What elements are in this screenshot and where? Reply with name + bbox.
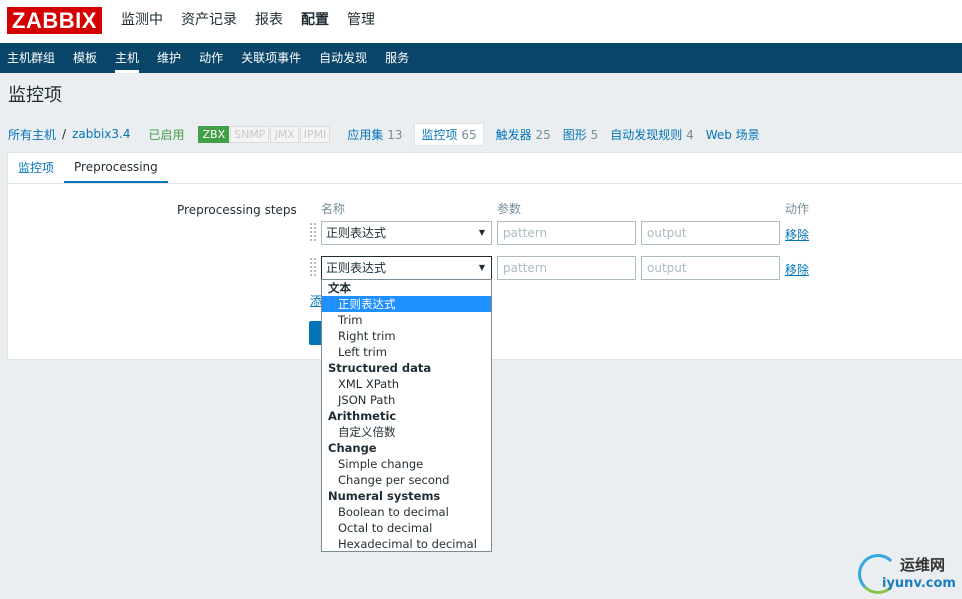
- drag-handle-icon[interactable]: [310, 258, 316, 276]
- option-change-per-second[interactable]: Change per second: [322, 472, 491, 488]
- top-menu: 监测中 资产记录 报表 配置 管理: [112, 0, 384, 43]
- watermark-text-1: 运维网: [900, 556, 946, 574]
- badge-zbx: ZBX: [198, 125, 230, 143]
- pattern-input-1[interactable]: pattern: [497, 221, 636, 245]
- output-input-1[interactable]: output: [641, 221, 780, 245]
- sub-menu-bar: 主机群组 模板 主机 维护 动作 关联项事件 自动发现 服务: [0, 43, 962, 73]
- watermark-logo: 运维网 iyunv.com: [858, 552, 958, 596]
- option-octal-to-decimal[interactable]: Octal to decimal: [322, 520, 491, 536]
- option-regex[interactable]: 正则表达式: [322, 296, 491, 312]
- option-json-path[interactable]: JSON Path: [322, 392, 491, 408]
- sub-menu-actions[interactable]: 动作: [190, 43, 232, 73]
- availability-badges: ZBX SNMP JMX IPMI: [198, 125, 331, 143]
- step-type-value: 正则表达式: [326, 261, 387, 275]
- remove-step-button-1[interactable]: 移除: [785, 226, 809, 243]
- nav-triggers[interactable]: 触发器 25: [496, 126, 551, 143]
- option-group-structured: Structured data: [328, 361, 432, 375]
- step-type-dropdown-list[interactable]: 文本 正则表达式 Trim Right trim Left trim Struc…: [321, 279, 492, 552]
- option-custom-multiplier[interactable]: 自定义倍数: [322, 424, 491, 440]
- nav-discovery-rules[interactable]: 自动发现规则 4: [610, 126, 693, 143]
- nav-items[interactable]: 监控项 65: [414, 122, 484, 146]
- sub-menu-host-groups[interactable]: 主机群组: [0, 43, 64, 73]
- sub-menu-correlation[interactable]: 关联项事件: [232, 43, 310, 73]
- option-group-numeral: Numeral systems: [328, 489, 441, 503]
- tab-preprocessing[interactable]: Preprocessing: [64, 153, 168, 183]
- sub-menu-maintenance[interactable]: 维护: [148, 43, 190, 73]
- badge-ipmi: IPMI: [299, 125, 331, 143]
- chevron-down-icon: ▼: [478, 263, 485, 272]
- drag-handle-icon[interactable]: [310, 223, 316, 241]
- badge-jmx: JMX: [270, 125, 299, 143]
- option-hex-to-decimal[interactable]: Hexadecimal to decimal: [322, 536, 491, 552]
- option-left-trim[interactable]: Left trim: [322, 344, 491, 360]
- badge-snmp: SNMP: [230, 125, 270, 143]
- top-menu-item-monitoring[interactable]: 监测中: [112, 0, 172, 43]
- watermark-text-2: iyunv.com: [882, 576, 956, 591]
- step-type-select-1[interactable]: 正则表达式 ▼: [321, 221, 492, 245]
- top-bar: ZABBIX 监测中 资产记录 报表 配置 管理: [0, 0, 962, 43]
- remove-step-button-2[interactable]: 移除: [785, 261, 809, 278]
- zabbix-logo[interactable]: ZABBIX: [7, 7, 102, 34]
- page-title: 监控项: [8, 85, 62, 106]
- top-menu-item-reports[interactable]: 报表: [246, 0, 292, 43]
- nav-web-scenarios[interactable]: Web 场景: [706, 126, 760, 143]
- column-header-params: 参数: [497, 202, 522, 216]
- host-navigation: 所有主机 / zabbix3.4 已启用 ZBX SNMP JMX IPMI 应…: [8, 122, 772, 146]
- sub-menu-templates[interactable]: 模板: [64, 43, 106, 73]
- sub-menu-hosts[interactable]: 主机: [106, 43, 148, 73]
- nav-applications[interactable]: 应用集 13: [347, 126, 402, 143]
- sub-menu-services[interactable]: 服务: [376, 43, 418, 73]
- option-xml-xpath[interactable]: XML XPath: [322, 376, 491, 392]
- option-trim[interactable]: Trim: [322, 312, 491, 328]
- preprocessing-steps-label: Preprocessing steps: [177, 203, 297, 217]
- top-menu-item-administration[interactable]: 管理: [338, 0, 384, 43]
- pattern-input-2[interactable]: pattern: [497, 256, 636, 280]
- option-boolean-to-decimal[interactable]: Boolean to decimal: [322, 504, 491, 520]
- nav-graphs[interactable]: 图形 5: [563, 126, 598, 143]
- tab-item[interactable]: 监控项: [8, 153, 64, 183]
- step-type-select-2[interactable]: 正则表达式 ▼: [321, 256, 492, 280]
- breadcrumb-all-hosts[interactable]: 所有主机: [8, 126, 56, 143]
- output-input-2[interactable]: output: [641, 256, 780, 280]
- top-menu-item-inventory[interactable]: 资产记录: [172, 0, 246, 43]
- top-menu-item-configuration[interactable]: 配置: [292, 0, 338, 43]
- sub-menu-discovery[interactable]: 自动发现: [310, 43, 376, 73]
- option-group-text: 文本: [328, 281, 351, 295]
- option-right-trim[interactable]: Right trim: [322, 328, 491, 344]
- option-group-arithmetic: Arithmetic: [328, 409, 397, 423]
- chevron-down-icon: ▼: [478, 228, 485, 237]
- option-group-change: Change: [328, 441, 377, 455]
- step-type-value: 正则表达式: [326, 226, 387, 240]
- column-header-action: 动作: [785, 202, 810, 216]
- breadcrumb-separator: /: [62, 127, 67, 141]
- option-simple-change[interactable]: Simple change: [322, 456, 491, 472]
- form-tabs: 监控项 Preprocessing: [8, 153, 962, 184]
- breadcrumb-host[interactable]: zabbix3.4: [72, 127, 130, 141]
- column-header-name: 名称: [321, 202, 346, 216]
- host-status[interactable]: 已启用: [148, 126, 184, 143]
